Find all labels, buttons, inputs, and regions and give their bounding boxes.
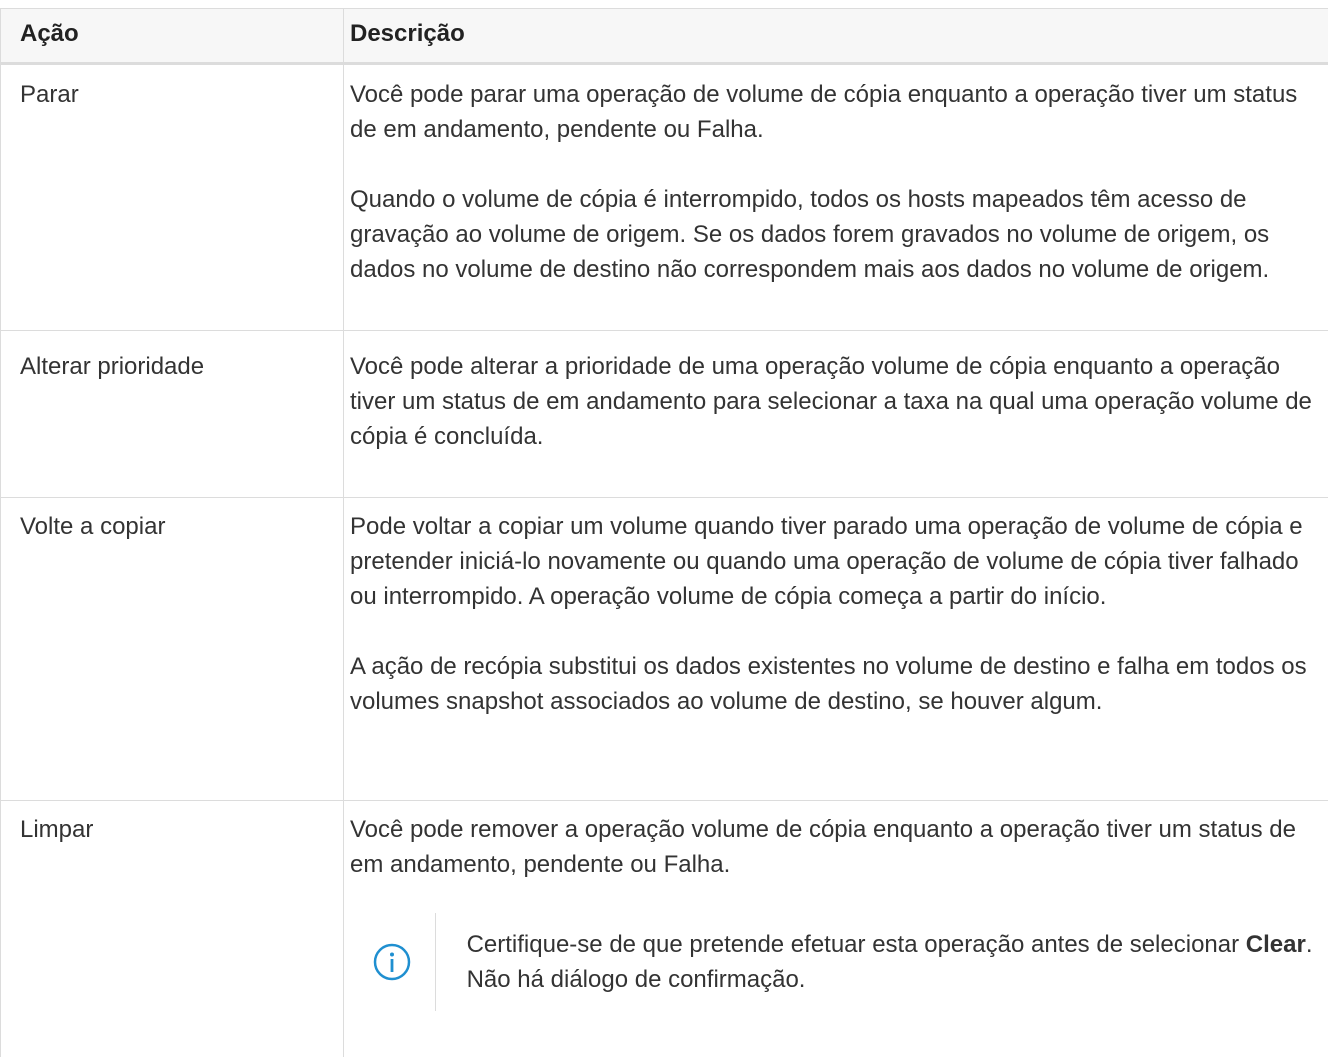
description-cell: Você pode parar uma operação de volume d… [343,65,1328,330]
info-icon [350,913,436,1011]
description-paragraph: Você pode alterar a prioridade de uma op… [350,353,1312,450]
action-cell: Parar [0,65,343,330]
table-header: Ação Descrição [0,9,1328,65]
action-cell: Limpar [0,801,343,1057]
action-cell: Alterar prioridade [0,331,343,497]
actions-table: Ação Descrição Parar Você pode parar uma… [0,8,1328,1057]
header-action: Ação [0,9,343,62]
description-paragraph: A ação de recópia substitui os dados exi… [350,653,1307,715]
note-text-before: Certifique-se de que pretende efetuar es… [466,931,1246,958]
description-paragraph: Você pode parar uma operação de volume d… [350,81,1298,143]
table-row: Volte a copiar Pode voltar a copiar um v… [0,498,1328,801]
description-cell: Você pode alterar a prioridade de uma op… [343,331,1328,497]
description-paragraph: Pode voltar a copiar um volume quando ti… [350,513,1303,610]
description-cell: Pode voltar a copiar um volume quando ti… [343,498,1328,800]
description-paragraph: Quando o volume de cópia é interrompido,… [350,186,1270,283]
action-cell: Volte a copiar [0,498,343,800]
note-text: Certifique-se de que pretende efetuar es… [436,927,1328,997]
table-row: Alterar prioridade Você pode alterar a p… [0,331,1328,498]
note-text-strong: Clear [1245,931,1306,958]
table-row: Parar Você pode parar uma operação de vo… [0,65,1328,331]
header-description: Descrição [343,9,1328,62]
description-paragraph: Você pode remover a operação volume de c… [350,816,1296,878]
description-cell: Você pode remover a operação volume de c… [343,801,1328,1057]
table-row: Limpar Você pode remover a operação volu… [0,801,1328,1057]
note-admonition: Certifique-se de que pretende efetuar es… [350,913,1328,1011]
